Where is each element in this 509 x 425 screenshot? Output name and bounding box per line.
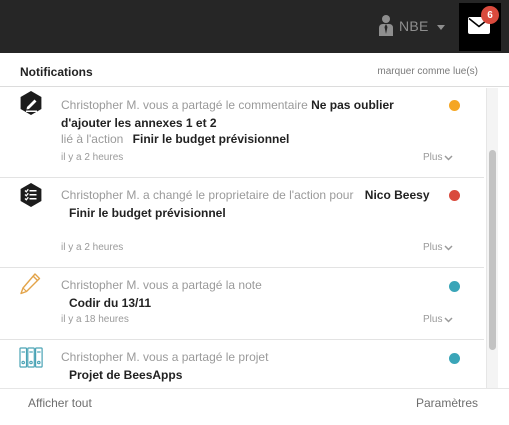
caret-down-icon [436,24,445,30]
status-dot [449,190,460,201]
user-name: NBE [399,18,429,34]
status-dot [449,353,460,364]
more-button[interactable]: Plus [423,152,453,163]
more-button[interactable]: Plus [423,242,453,253]
scrollbar-track[interactable] [486,88,498,388]
notification-text: Christopher M. vous a partagé le comment… [61,98,394,130]
notification-text: Christopher M. vous a partagé le projet … [61,348,435,384]
scrollbar-thumb[interactable] [489,150,496,350]
note-title: Codir du 13/11 [69,296,152,310]
project-title: Projet de BeesApps [69,368,183,382]
pencil-icon [20,273,41,295]
notification-item[interactable]: Christopher M. vous a partagé la note Co… [0,268,484,340]
notification-list: Christopher M. vous a partagé le comment… [0,88,484,388]
panel-header: Notifications marquer comme lue(s) [0,57,509,87]
settings-link[interactable]: Paramètres [416,396,478,410]
notification-count-badge: 6 [481,6,499,24]
checklist-icon [20,183,42,207]
notifications-button[interactable]: 6 [459,3,501,51]
timestamp: il y a 18 heures [61,314,129,325]
linked-action: lié à l'action Finir le budget prévision… [61,132,290,146]
binders-icon [19,347,43,368]
action-title: Finir le budget prévisionnel [132,132,290,146]
notification-text: Christopher M. vous a partagé la note Co… [61,276,435,312]
chevron-down-icon [444,244,453,251]
notification-item[interactable]: Christopher M. vous a partagé le comment… [0,88,484,178]
notification-item[interactable]: Christopher M. vous a partagé le projet … [0,340,484,388]
notification-text: Christopher M. a changé le proprietaire … [61,186,435,222]
notifications-panel: Notifications marquer comme lue(s) Chris… [0,57,509,425]
comment-edit-icon [20,91,42,115]
show-all-link[interactable]: Afficher tout [28,396,92,410]
timestamp: il y a 2 heures [61,152,124,163]
user-icon [379,15,393,36]
chevron-down-icon [444,154,453,161]
panel-title: Notifications [20,65,93,79]
timestamp: il y a 2 heures [61,242,124,253]
status-dot [449,100,460,111]
panel-footer: Afficher tout Paramètres [0,388,509,425]
top-navbar: NBE 6 [0,0,509,53]
mark-all-read-link[interactable]: marquer comme lue(s) [377,66,478,77]
more-button[interactable]: Plus [423,314,453,325]
status-dot [449,281,460,292]
user-menu[interactable]: NBE [378,12,445,40]
notification-item[interactable]: Christopher M. a changé le proprietaire … [0,178,484,268]
action-title: Finir le budget prévisionnel [69,206,226,220]
new-owner: Nico Beesy [364,188,430,202]
chevron-down-icon [444,316,453,323]
